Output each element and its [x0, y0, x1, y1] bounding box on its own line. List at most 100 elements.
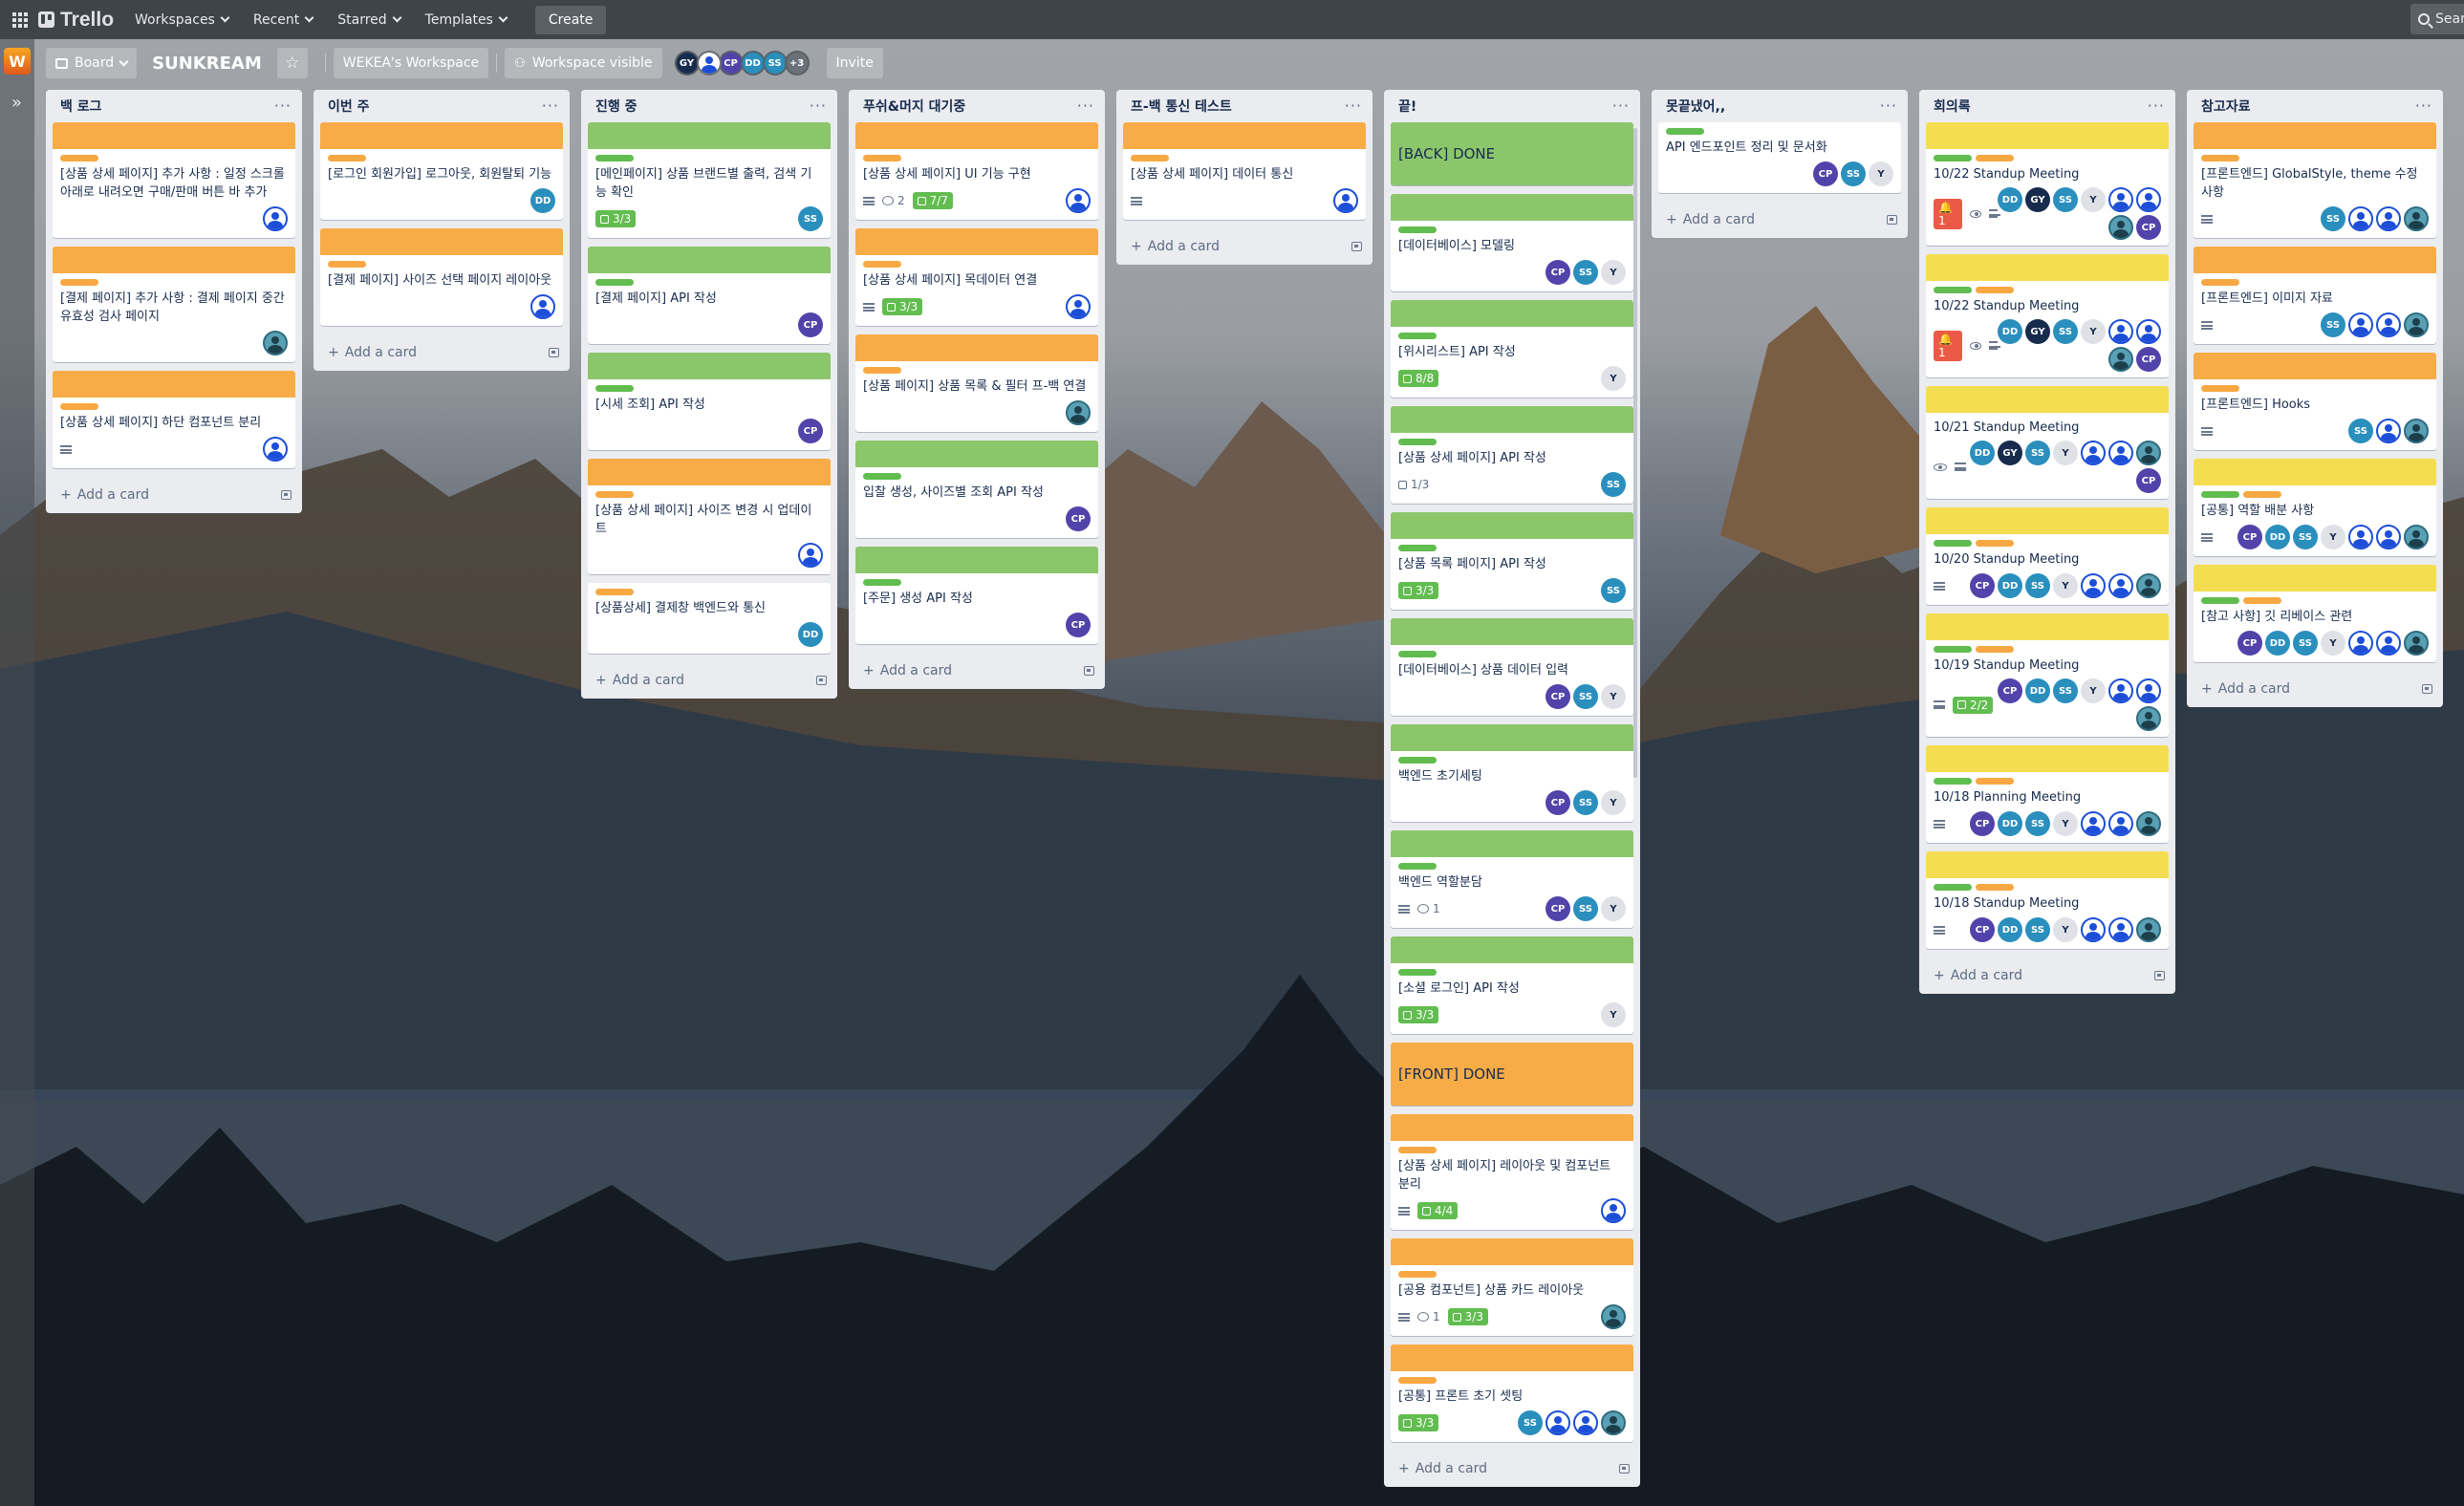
card-label[interactable]	[1976, 778, 2014, 785]
card[interactable]: [FRONT] DONE	[1391, 1043, 1633, 1106]
member-avatar[interactable]: SS	[1573, 684, 1598, 709]
card[interactable]: [상품 상세 페이지] 데이터 통신	[1123, 122, 1366, 220]
member-avatar[interactable]: SS	[2025, 917, 2050, 942]
card-label[interactable]	[1976, 155, 2014, 161]
card[interactable]: 10/18 Planning Meeting CP DD SS Y	[1926, 745, 2169, 843]
card-label[interactable]	[1976, 646, 2014, 653]
member-avatar[interactable]: Y	[2321, 525, 2345, 549]
member-avatar[interactable]	[2348, 631, 2373, 656]
templates-menu[interactable]: Templates	[425, 12, 508, 28]
add-card-button[interactable]: + Add a card	[1666, 212, 1755, 227]
member-avatar[interactable]	[2376, 312, 2401, 337]
invite-button[interactable]: Invite	[826, 48, 883, 78]
card[interactable]: [결제 페이지] 사이즈 선택 페이지 레이아웃	[320, 228, 563, 326]
member-avatar[interactable]: GY	[2025, 319, 2050, 344]
trello-logo[interactable]: Trello	[38, 9, 114, 32]
card-label[interactable]	[863, 579, 901, 586]
card[interactable]: 10/22 Standup Meeting 🔔 1 DD GY SS Y CP	[1926, 122, 2169, 246]
add-card-button[interactable]: + Add a card	[1131, 239, 1220, 254]
member-avatar[interactable]: DD	[1970, 441, 1995, 465]
card-label[interactable]	[2201, 597, 2239, 604]
card-label[interactable]	[1398, 333, 1437, 339]
member-avatar[interactable]	[2404, 419, 2429, 443]
member-avatar[interactable]: SS	[2053, 319, 2078, 344]
member-avatar[interactable]: CP	[1970, 917, 1995, 942]
add-card-button[interactable]: + Add a card	[2201, 681, 2290, 697]
visibility-button[interactable]: ⚇ Workspace visible	[505, 48, 662, 78]
member-avatar[interactable]	[1601, 1410, 1626, 1435]
card[interactable]: [데이터베이스] 모델링 CP SS Y	[1391, 194, 1633, 291]
card[interactable]: [상품상세] 결제창 백엔드와 통신 DD	[588, 583, 831, 654]
card[interactable]: [BACK] DONE	[1391, 122, 1633, 185]
card[interactable]: [소셜 로그인] API 작성 3/3 Y	[1391, 936, 1633, 1034]
member-avatar[interactable]	[2108, 917, 2133, 942]
card-label[interactable]	[1934, 646, 1972, 653]
more-members-badge[interactable]: +3	[784, 51, 810, 75]
create-from-template-icon[interactable]	[1887, 215, 1897, 225]
member-avatar[interactable]	[1601, 1304, 1626, 1329]
member-avatar[interactable]: SS	[2348, 419, 2373, 443]
member-avatar[interactable]	[2081, 811, 2106, 836]
member-avatar[interactable]: DD	[530, 188, 555, 213]
member-avatar[interactable]: Y	[2081, 319, 2106, 344]
card-label[interactable]	[863, 367, 901, 374]
member-avatar[interactable]: CP	[1545, 260, 1570, 285]
workspaces-menu[interactable]: Workspaces	[135, 12, 230, 28]
member-avatar[interactable]	[2348, 525, 2373, 549]
member-avatar[interactable]	[2081, 573, 2106, 598]
member-avatar[interactable]: Y	[2321, 631, 2345, 656]
create-from-template-icon[interactable]	[1084, 666, 1094, 676]
card[interactable]: [메인페이지] 상품 브랜드별 출력, 검색 기능 확인 3/3 SS	[588, 122, 831, 238]
add-card-button[interactable]: + Add a card	[1934, 968, 2022, 983]
member-avatar[interactable]: DD	[2265, 525, 2290, 549]
card[interactable]: 10/18 Standup Meeting CP DD SS Y	[1926, 851, 2169, 949]
app-switcher-icon[interactable]	[12, 11, 28, 28]
card[interactable]: [시세 조회] API 작성 CP	[588, 353, 831, 450]
member-avatar[interactable]: CP	[1066, 613, 1091, 637]
add-card-button[interactable]: + Add a card	[595, 673, 684, 688]
member-avatar[interactable]: CP	[1545, 684, 1570, 709]
member-avatar[interactable]: SS	[2025, 811, 2050, 836]
create-from-template-icon[interactable]	[2422, 684, 2432, 694]
member-avatar[interactable]: Y	[1601, 684, 1626, 709]
add-card-button[interactable]: + Add a card	[863, 663, 952, 678]
member-avatar[interactable]: DD	[1998, 573, 2022, 598]
list-menu-icon[interactable]: ···	[1612, 98, 1630, 114]
list-menu-icon[interactable]: ···	[2415, 98, 2432, 114]
member-avatar[interactable]	[1333, 188, 1358, 213]
create-from-template-icon[interactable]	[1351, 242, 1362, 251]
search-input[interactable]: Sear	[2410, 4, 2464, 34]
list-menu-icon[interactable]: ···	[1880, 98, 1897, 114]
member-avatar[interactable]: CP	[2136, 468, 2161, 493]
member-avatar[interactable]: Y	[2053, 917, 2078, 942]
member-avatar[interactable]: SS	[1601, 578, 1626, 603]
card-label[interactable]	[595, 279, 634, 286]
member-avatar[interactable]	[2376, 525, 2401, 549]
member-avatar[interactable]	[2136, 678, 2161, 703]
list-title[interactable]: 끝!	[1398, 97, 1416, 116]
member-avatar[interactable]	[2108, 187, 2133, 212]
member-avatar[interactable]	[696, 51, 722, 75]
member-avatar[interactable]: Y	[2053, 811, 2078, 836]
card-label[interactable]	[595, 491, 634, 498]
list-title[interactable]: 회의록	[1934, 97, 1971, 116]
member-avatar[interactable]	[2108, 573, 2133, 598]
member-avatar[interactable]: DD	[1998, 319, 2022, 344]
card[interactable]: [프론트엔드] GlobalStyle, theme 수정 사항 SS	[2194, 122, 2436, 238]
card-label[interactable]	[1976, 884, 2014, 891]
card-label[interactable]	[863, 261, 901, 268]
member-avatar[interactable]	[2108, 441, 2133, 465]
list-menu-icon[interactable]: ···	[274, 98, 292, 114]
card-label[interactable]	[2201, 385, 2239, 392]
member-avatar[interactable]: Y	[1601, 260, 1626, 285]
list-scrollbar[interactable]	[1633, 128, 1637, 778]
list-title[interactable]: 백 로그	[60, 97, 102, 116]
card[interactable]: [상품 상세 페이지] 사이즈 변경 시 업데이트	[588, 459, 831, 574]
card-label[interactable]	[1131, 155, 1169, 161]
create-from-template-icon[interactable]	[281, 490, 292, 500]
card-label[interactable]	[2243, 491, 2281, 498]
member-avatar[interactable]	[2108, 678, 2133, 703]
card-label[interactable]	[1398, 1271, 1437, 1278]
add-card-button[interactable]: + Add a card	[328, 345, 417, 360]
card-label[interactable]	[1666, 128, 1704, 135]
